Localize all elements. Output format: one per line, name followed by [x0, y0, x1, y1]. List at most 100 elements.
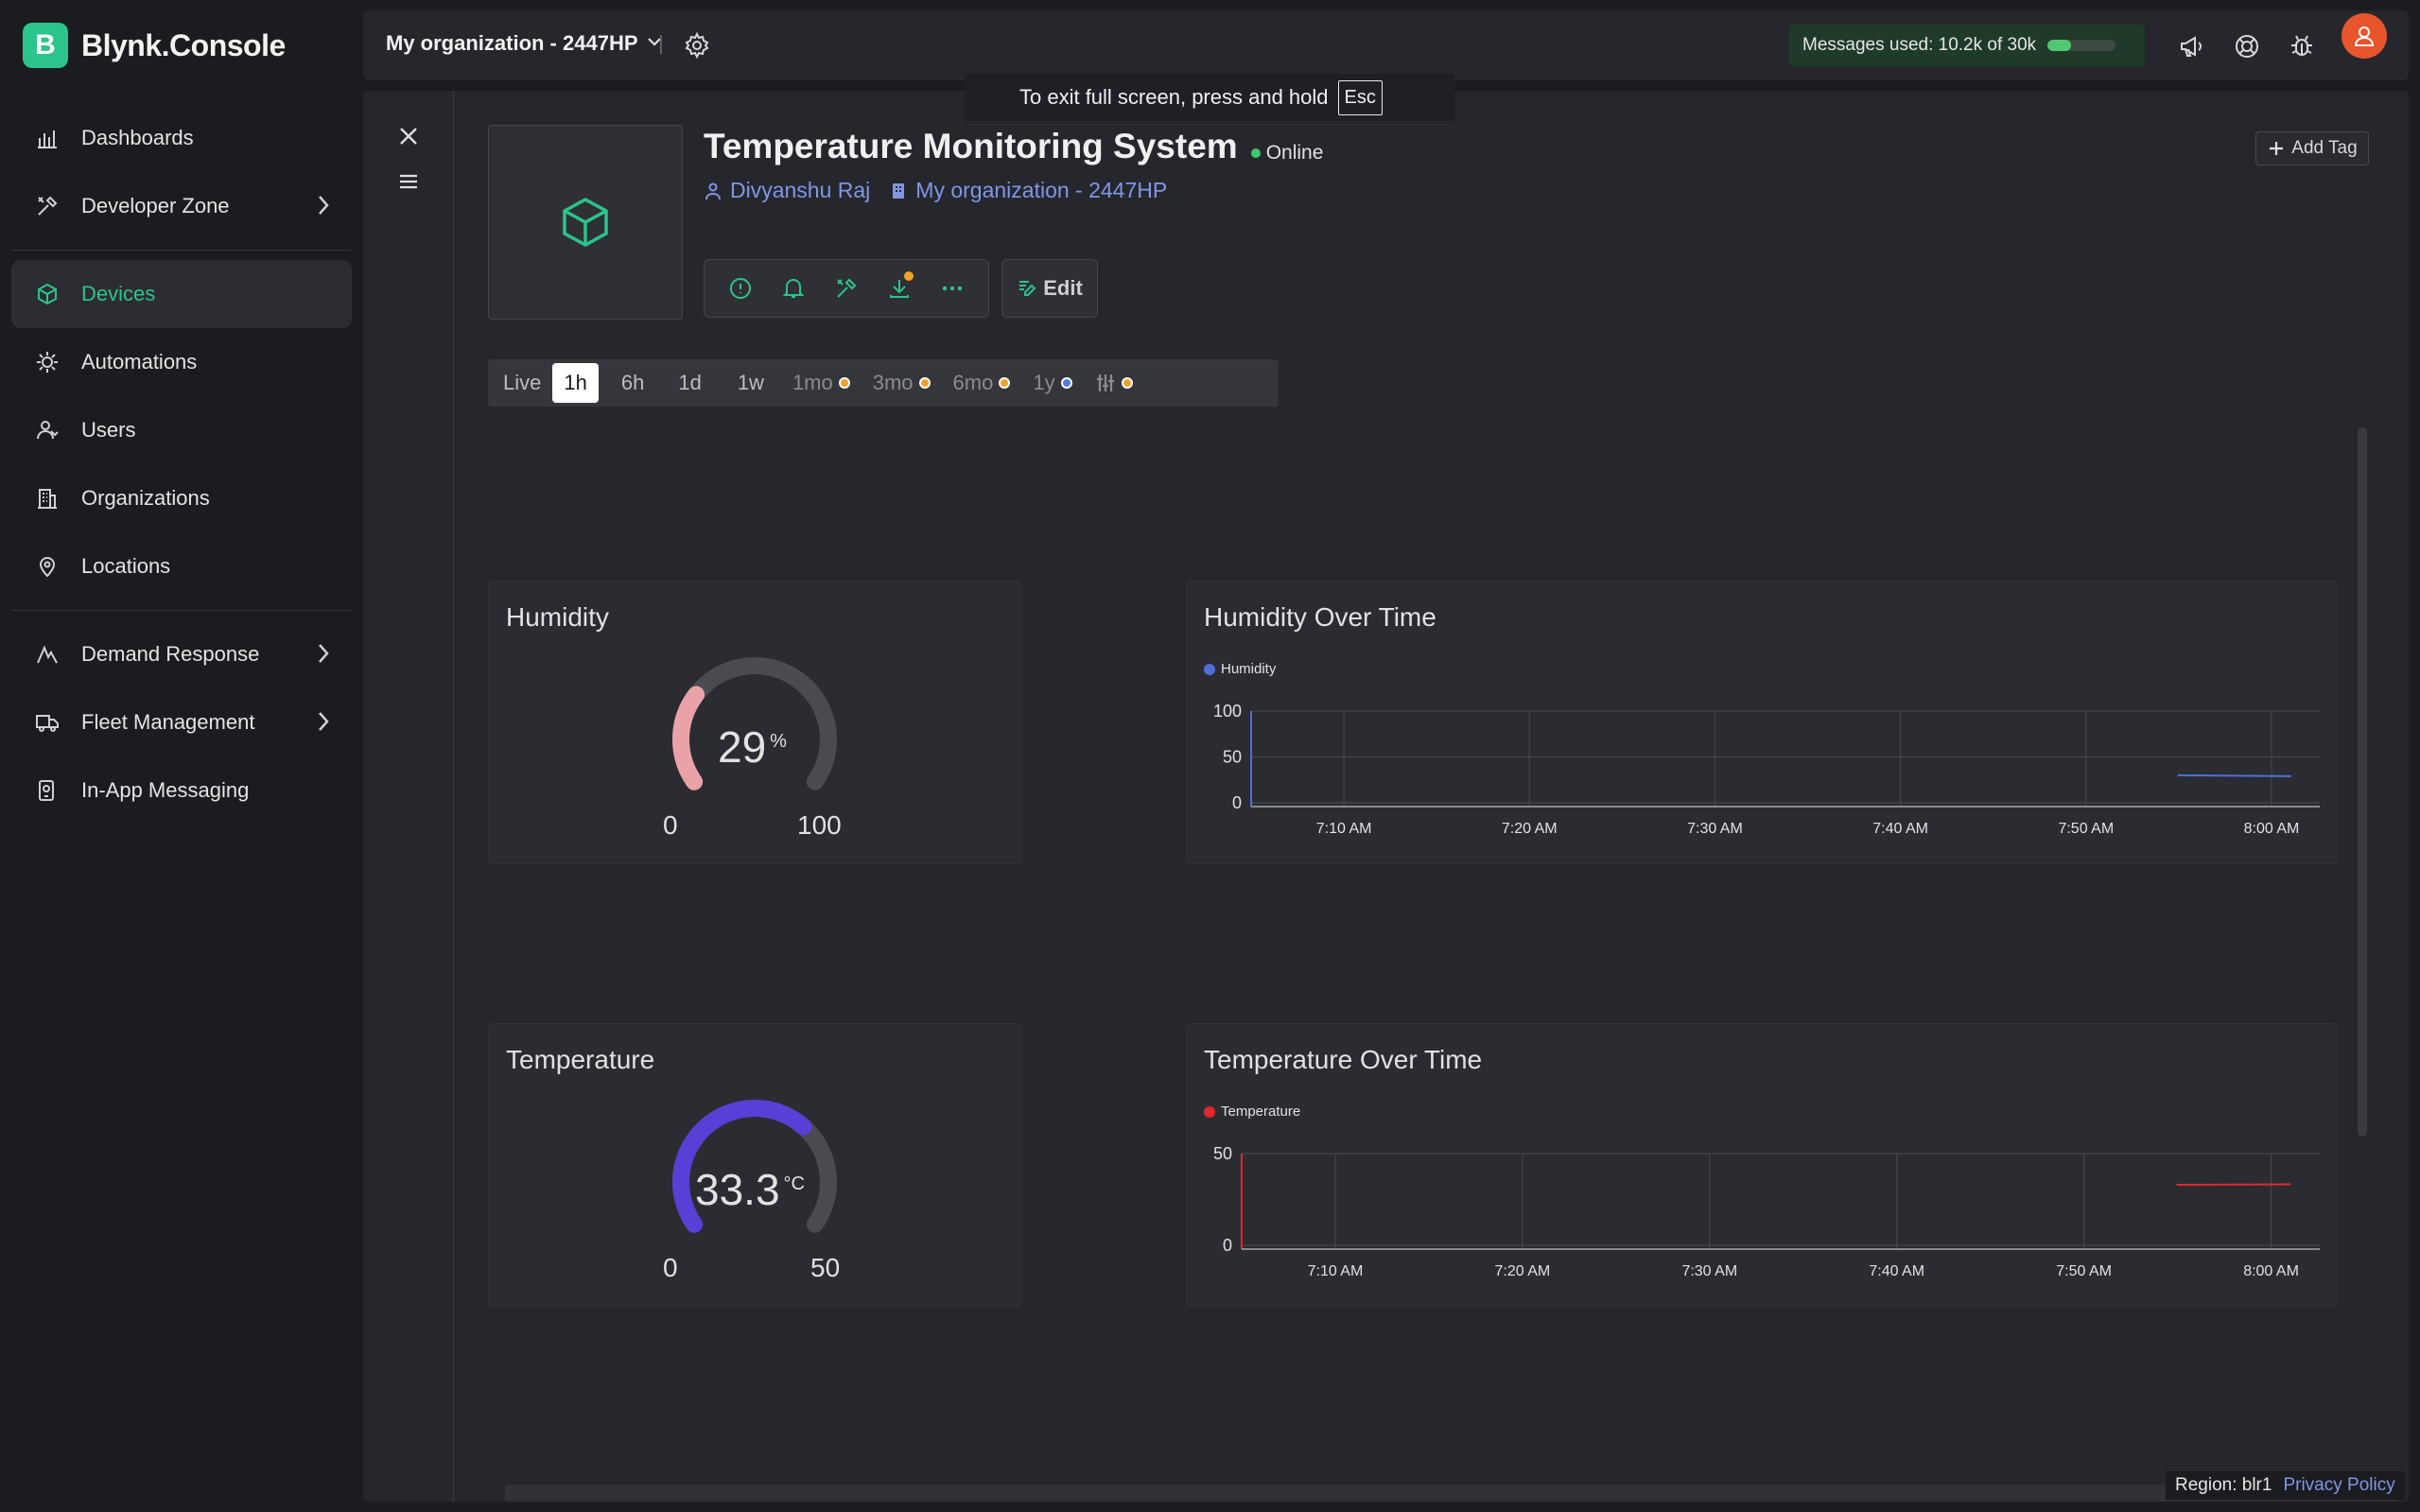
more-icon	[942, 286, 963, 291]
device-panel: Temperature Monitoring System Online Div…	[363, 91, 2409, 1502]
sidebar-item-label: Demand Response	[81, 642, 260, 666]
time-range-selector: Live 1h 6h 1d 1w 1mo 3mo 6mo 1y	[488, 359, 1279, 407]
pin-icon	[34, 553, 61, 580]
range-6mo[interactable]: 6mo	[942, 363, 1022, 403]
sidebar-item-organizations[interactable]: Organizations	[11, 464, 352, 532]
data-point	[2233, 774, 2236, 777]
device-title-row: Temperature Monitoring System Online	[704, 127, 1323, 166]
widget-title: Humidity	[506, 602, 609, 632]
range-1mo[interactable]: 1mo	[781, 363, 862, 403]
gauge-unit: °C	[783, 1173, 805, 1194]
chevron-right-icon	[314, 193, 333, 223]
sidebar-item-fleet-management[interactable]: Fleet Management	[11, 688, 352, 756]
more-button[interactable]	[935, 271, 969, 305]
edit-icon	[1019, 281, 1036, 296]
gauge-max: 50	[810, 1253, 841, 1282]
info-button[interactable]	[723, 271, 757, 305]
range-3mo[interactable]: 3mo	[862, 363, 942, 403]
range-1d[interactable]: 1d	[667, 363, 712, 403]
range-label: 1mo	[792, 371, 833, 394]
premium-dot	[918, 377, 931, 389]
sidebar-item-demand-response[interactable]: Demand Response	[11, 620, 352, 688]
gauge-max: 100	[797, 810, 842, 840]
sidebar-item-devices[interactable]: Devices	[11, 260, 352, 328]
user-icon	[705, 182, 721, 200]
range-live[interactable]: Live	[492, 363, 552, 403]
x-tick-label: 7:30 AM	[1687, 821, 1743, 837]
sidebar-item-label: Users	[81, 418, 136, 442]
online-dot	[1250, 148, 1261, 158]
download-button[interactable]	[882, 271, 916, 305]
sidebar: B Blynk.Console Dashboards Developer Zon…	[0, 0, 363, 1512]
sidebar-item-label: Dashboards	[81, 126, 194, 149]
sidebar-item-locations[interactable]: Locations	[11, 532, 352, 600]
sidebar-item-users[interactable]: Users	[11, 396, 352, 464]
x-tick-label: 7:40 AM	[1872, 821, 1928, 837]
x-tick-label: 7:20 AM	[1502, 821, 1558, 837]
messages-progress	[2047, 40, 2116, 51]
users-icon	[34, 417, 61, 443]
sidebar-item-dashboards[interactable]: Dashboards	[11, 104, 352, 172]
chevron-right-icon	[314, 709, 333, 739]
range-6h[interactable]: 6h	[610, 363, 655, 403]
tools-button[interactable]	[829, 271, 863, 305]
menu-icon[interactable]	[397, 170, 420, 198]
temperature-chart-widget: Temperature Over Time Temperature 50 0 7:1…	[1186, 1023, 2338, 1307]
scrollbar[interactable]	[2358, 427, 2367, 1137]
range-1y[interactable]: 1y	[1021, 363, 1083, 403]
demand-icon	[34, 641, 61, 668]
chart-icon	[34, 125, 61, 151]
messages-progress-fill	[2047, 40, 2071, 51]
edit-button[interactable]: Edit	[1001, 259, 1098, 318]
gauge-value-number: 29	[718, 722, 767, 772]
premium-dot	[1060, 377, 1072, 389]
x-tick-label: 7:10 AM	[1316, 821, 1372, 837]
temperature-line-chart: 50 0 7:10 AM 7:20 AM 7:30 AM 7:40 AM 7:50 AM 8:…	[1213, 1144, 2320, 1279]
org-link[interactable]: My organization - 2447HP	[889, 178, 1167, 203]
logo-mark: B	[23, 23, 68, 68]
divider	[11, 250, 352, 251]
sidebar-item-automations[interactable]: Automations	[11, 328, 352, 396]
separator: |	[658, 31, 664, 55]
truck-icon	[34, 709, 61, 736]
temperature-gauge-widget: Temperature 33.3 °C 0 50	[488, 1023, 1021, 1307]
sliders-icon	[1096, 374, 1114, 391]
premium-dot	[999, 377, 1011, 389]
gauge-value: 29%	[718, 721, 787, 773]
gauge-unit: %	[770, 730, 787, 752]
range-1h[interactable]: 1h	[552, 363, 599, 403]
range-1w[interactable]: 1w	[726, 363, 775, 403]
chevron-right-icon	[314, 641, 333, 671]
messages-used[interactable]: Messages used: 10.2k of 30k	[1789, 25, 2145, 66]
device-title: Temperature Monitoring System	[704, 127, 1238, 165]
automation-icon	[34, 349, 61, 375]
logo[interactable]: B Blynk.Console	[23, 23, 286, 68]
x-tick-label: 8:00 AM	[2243, 1263, 2299, 1279]
gauge-value: 33.3 °C	[695, 1164, 805, 1215]
topbar: My organization - 2447HP | Messages used…	[363, 10, 2409, 80]
data-point	[2177, 773, 2181, 777]
custom-range-button[interactable]	[1084, 363, 1144, 403]
status-text: Online	[1265, 142, 1324, 164]
plus-icon	[2270, 142, 2284, 155]
notifications-button[interactable]	[776, 271, 810, 305]
org-name: My organization - 2447HP	[915, 178, 1168, 202]
help-icon[interactable]	[2232, 31, 2262, 61]
megaphone-icon[interactable]	[2177, 31, 2207, 61]
org-selector[interactable]: My organization - 2447HP	[386, 31, 663, 56]
gauge-min: 0	[663, 810, 678, 840]
privacy-policy-link[interactable]: Privacy Policy	[2283, 1475, 2394, 1496]
sidebar-item-developer-zone[interactable]: Developer Zone	[11, 172, 352, 240]
add-tag-button[interactable]: Add Tag	[2255, 131, 2369, 165]
sidebar-item-in-app-messaging[interactable]: In-App Messaging	[11, 756, 352, 825]
app-name: Blynk.Console	[81, 27, 286, 62]
next-widget-edge	[505, 1485, 2396, 1502]
gear-icon[interactable]	[683, 31, 711, 60]
user-avatar[interactable]	[2342, 13, 2387, 59]
bug-icon[interactable]	[2287, 31, 2317, 61]
owner-link[interactable]: Divyanshu Raj	[704, 178, 870, 203]
bell-icon	[782, 279, 805, 298]
messages-used-label: Messages used: 10.2k of 30k	[1802, 35, 2037, 55]
close-icon[interactable]	[397, 123, 420, 155]
x-tick-label: 7:10 AM	[1308, 1263, 1364, 1279]
